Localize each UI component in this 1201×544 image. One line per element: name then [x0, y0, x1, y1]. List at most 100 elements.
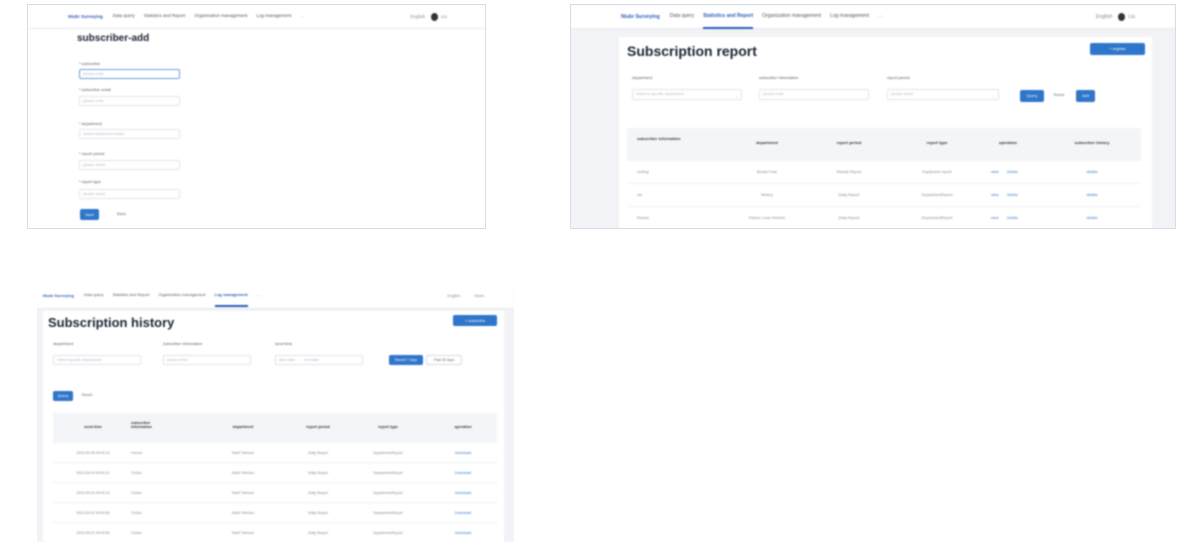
nav-data-query[interactable]: Data query	[113, 5, 135, 28]
query-button[interactable]: Query	[53, 391, 73, 401]
subscriber-input[interactable]: please enter	[79, 69, 180, 79]
department-select[interactable]: Select a specific department ⌄	[632, 89, 742, 100]
col-report-type: report type	[926, 140, 948, 145]
nav-organization-management[interactable]: Organization management	[194, 5, 247, 28]
department-placeholder: Select specific department	[57, 358, 102, 362]
page-title: Subscription history	[48, 315, 175, 330]
cell-subscriber: xia	[637, 193, 642, 197]
nav-more-icon[interactable]: ···	[300, 14, 305, 19]
cell-period: Weekly Report	[836, 170, 862, 174]
page-title: subscriber-add	[77, 33, 150, 44]
brand-logo[interactable]: Niubr Surveying	[68, 14, 103, 19]
cell-subscriber: Tucker	[131, 511, 142, 515]
top-nav: Niubr Surveying Data query Statistics an…	[571, 5, 1175, 29]
add-button[interactable]: Add	[1076, 90, 1095, 102]
delete-link[interactable]: Delete	[1007, 216, 1018, 220]
brand-logo[interactable]: Niubr Surveying	[621, 14, 660, 20]
nav-statistics-report[interactable]: Statistics and Report	[144, 5, 186, 28]
cell-department: Parkes Louis Fletcher	[748, 216, 786, 220]
details-link[interactable]: details	[1052, 216, 1132, 220]
cell-send-time: 2023-05-03 09:00:10	[76, 491, 110, 495]
user-name[interactable]: Liu	[1128, 14, 1135, 20]
download-link[interactable]: Download	[438, 491, 488, 495]
language-switch[interactable]: English	[447, 293, 460, 298]
avatar[interactable]	[430, 12, 438, 21]
subscribe-button[interactable]: + subscribe	[453, 315, 497, 326]
language-switch[interactable]: English	[410, 14, 425, 19]
report-card: Subscription report + register departmen…	[619, 37, 1152, 228]
table-header: send time subscriber information departm…	[53, 413, 497, 443]
nav-log-management[interactable]: Log management	[256, 5, 291, 28]
subscriber-email-input[interactable]: please enter	[79, 96, 180, 106]
delete-link[interactable]: Delete	[1007, 193, 1018, 197]
nav-more-icon[interactable]: ···	[257, 293, 261, 298]
cell-send-time: 2023-05-04 09:00:12	[76, 471, 110, 475]
nav-log-management[interactable]: Log management	[830, 5, 869, 29]
user-name[interactable]: Liu	[441, 14, 447, 19]
cell-type: DepartmentReport	[373, 531, 403, 535]
subscriber-input[interactable]: please enter	[163, 355, 251, 365]
field-label: * report period	[79, 151, 105, 156]
report-type-select[interactable]: please select	[79, 189, 180, 199]
col-report-period: report period	[306, 425, 330, 429]
subscriber-label: subscriber information	[163, 341, 203, 346]
department-select[interactable]: Select department folder	[79, 129, 180, 139]
register-button[interactable]: + register	[1090, 43, 1145, 55]
report-period-placeholder: please select	[83, 163, 106, 167]
user-name[interactable]: Niubr	[474, 293, 484, 298]
nav-data-query[interactable]: Data query	[670, 5, 694, 29]
cell-department: Habit Tiletown	[231, 531, 255, 535]
download-link[interactable]: Download	[438, 451, 488, 455]
view-link[interactable]: view	[991, 216, 999, 220]
top-nav: Niubr Surveying Data query Statistics an…	[37, 283, 514, 309]
query-button[interactable]: Query	[1020, 90, 1044, 102]
page-title: Subscription report	[627, 43, 757, 59]
col-subscriber-history: subscriber history	[1074, 140, 1110, 145]
chevron-down-icon: ⌄	[991, 93, 995, 98]
cell-subscriber: Tucker	[131, 531, 142, 535]
delete-link[interactable]: Delete	[1007, 170, 1018, 174]
department-select[interactable]: Select specific department	[53, 355, 141, 365]
nav-log-management[interactable]: Log management	[214, 284, 248, 307]
cell-subscriber: Fanner	[131, 451, 143, 455]
report-period-select[interactable]: please select	[79, 160, 180, 170]
cell-send-time: 2023-05-05 09:00:15	[76, 451, 110, 455]
cell-subscriber: renting	[637, 170, 649, 174]
nav-organization-management[interactable]: Organization management	[158, 284, 205, 307]
subscriber-input[interactable]: please enter	[759, 89, 869, 100]
past-30-days-button[interactable]: Past 30 days	[426, 355, 462, 365]
nav-data-query[interactable]: Data query	[84, 284, 104, 307]
details-link[interactable]: details	[1052, 170, 1132, 174]
nav-more-icon[interactable]: ···	[878, 14, 883, 20]
report-type-placeholder: please select	[83, 192, 106, 196]
cell-send-time: 2023-05-01 09:00:06	[76, 531, 110, 535]
avatar[interactable]	[1118, 12, 1126, 21]
view-link[interactable]: view	[991, 170, 999, 174]
view-link[interactable]: view	[991, 193, 999, 197]
recent-7-days-button[interactable]: Recent 7 days	[389, 355, 423, 365]
nav-statistics-report[interactable]: Statistics and Report	[112, 284, 149, 307]
report-period-select[interactable]: please select ⌄	[887, 89, 999, 100]
end-date: end date	[303, 358, 319, 362]
report-period-label: report period	[887, 75, 910, 80]
language-switch[interactable]: English	[1096, 14, 1112, 20]
col-subscriber-information: subscriber information	[637, 136, 681, 141]
nav-statistics-report[interactable]: Statistics and Report	[703, 5, 754, 29]
back-button[interactable]: Back	[112, 209, 131, 220]
reset-button[interactable]: Reset	[77, 391, 97, 401]
nav-organization-management[interactable]: Organization management	[762, 5, 821, 29]
subscriber-add-screen: Niubr Surveying Data query Statistics an…	[27, 4, 486, 229]
department-label: department	[632, 75, 653, 80]
date-range-picker[interactable]: start date end date	[275, 355, 363, 365]
reset-button[interactable]: Reset	[1048, 90, 1070, 102]
save-button[interactable]: Save	[80, 209, 99, 220]
col-operation: operation	[998, 140, 1018, 145]
cell-department: Bonita Foss	[756, 170, 778, 174]
download-link[interactable]: Download	[438, 471, 488, 475]
col-send-time: send time	[84, 425, 102, 429]
brand-logo[interactable]: Niubr Surveying	[43, 293, 74, 298]
download-link[interactable]: Download	[438, 531, 488, 535]
download-link[interactable]: Download	[438, 511, 488, 515]
table-row: 2023-05-05 09:00:15 Fanner Habit Tiletow…	[53, 443, 497, 463]
details-link[interactable]: details	[1052, 193, 1132, 197]
